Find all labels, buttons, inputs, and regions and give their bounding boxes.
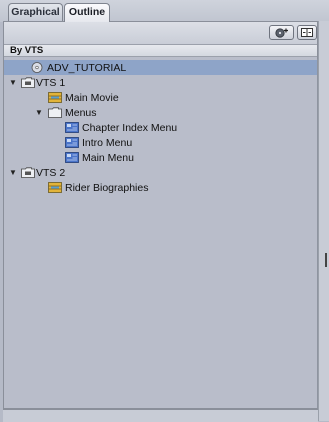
- outline-panel: By VTS ADV_TUTORIAL ▼ VTS 1 Main Movie ▼…: [3, 21, 318, 409]
- tree-item-vts-2[interactable]: ▼ VTS 2: [4, 165, 317, 180]
- tree-item-menus[interactable]: ▼ Menus: [4, 105, 317, 120]
- add-disc-icon: [274, 28, 288, 38]
- tree-item-label: ADV_TUTORIAL: [47, 61, 127, 74]
- movie-icon: [48, 92, 62, 103]
- tree-item-chapter-index-menu[interactable]: Chapter Index Menu: [4, 120, 317, 135]
- movie-icon: [48, 182, 62, 193]
- tree-item-label: Main Movie: [65, 91, 119, 104]
- horizontal-scrollbar[interactable]: [3, 409, 318, 422]
- tree-item-label: Main Menu: [82, 151, 134, 164]
- tree-item-label: VTS 2: [36, 166, 66, 179]
- disclosure-triangle-expanded-icon[interactable]: ▼: [35, 109, 43, 117]
- disclosure-triangle-expanded-icon[interactable]: ▼: [9, 79, 17, 87]
- disc-icon: [31, 62, 43, 73]
- folder-icon: [48, 107, 62, 118]
- tree-item-main-movie[interactable]: Main Movie: [4, 90, 317, 105]
- resize-grip[interactable]: [325, 253, 327, 267]
- menu-icon: [65, 122, 79, 133]
- menu-icon: [65, 137, 79, 148]
- split-view-button[interactable]: [297, 25, 317, 40]
- section-header-by-vts: By VTS: [4, 45, 317, 57]
- tab-graphical[interactable]: Graphical: [8, 3, 63, 21]
- panel-edge: [318, 21, 329, 421]
- tree-item-adv-tutorial[interactable]: ADV_TUTORIAL: [4, 60, 317, 75]
- tree-item-label: Intro Menu: [82, 136, 133, 149]
- vts-folder-icon: [21, 77, 35, 88]
- tree-item-label: Chapter Index Menu: [82, 121, 178, 134]
- tree-item-vts-1[interactable]: ▼ VTS 1: [4, 75, 317, 90]
- tree-item-label: Menus: [65, 106, 97, 119]
- disclosure-triangle-expanded-icon[interactable]: ▼: [9, 169, 17, 177]
- add-disc-button[interactable]: [269, 25, 294, 40]
- menu-icon: [65, 152, 79, 163]
- tree-item-label: Rider Biographies: [65, 181, 149, 194]
- tab-bar: Graphical Outline: [0, 0, 329, 22]
- tree-item-intro-menu[interactable]: Intro Menu: [4, 135, 317, 150]
- split-view-icon: [301, 28, 313, 37]
- tree-item-label: VTS 1: [36, 76, 66, 89]
- tree-item-rider-biographies[interactable]: Rider Biographies: [4, 180, 317, 195]
- tree-item-main-menu[interactable]: Main Menu: [4, 150, 317, 165]
- vts-folder-icon: [21, 167, 35, 178]
- outline-toolbar: [4, 22, 317, 45]
- tab-outline[interactable]: Outline: [64, 3, 110, 22]
